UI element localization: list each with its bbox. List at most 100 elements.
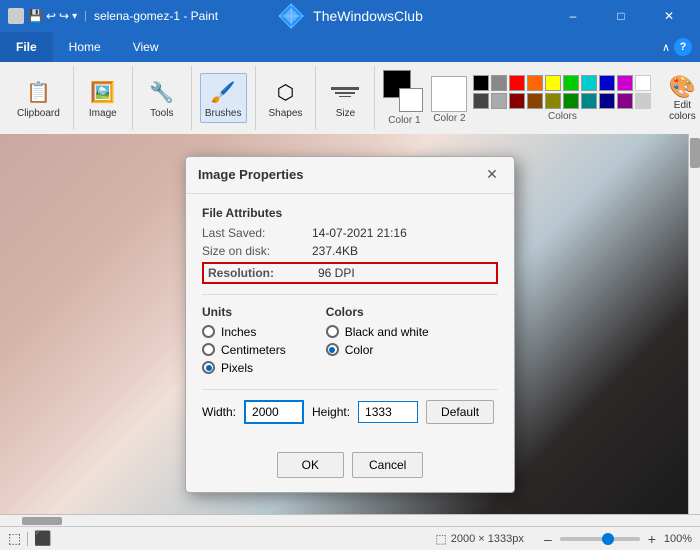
tab-file[interactable]: File: [0, 32, 53, 62]
status-sep-1: [27, 532, 28, 546]
size-on-disk-row: Size on disk: 237.4KB: [202, 244, 498, 258]
undo-icon[interactable]: ↩: [46, 9, 56, 23]
close-button[interactable]: ✕: [646, 0, 692, 32]
collapse-ribbon-icon[interactable]: ∧: [662, 41, 670, 54]
horizontal-scrollbar[interactable]: [0, 514, 700, 526]
dialog-close-button[interactable]: ✕: [482, 165, 502, 185]
color-radio[interactable]: Color: [326, 343, 429, 357]
units-pixels-radio[interactable]: Pixels: [202, 361, 286, 375]
save-quick-icon[interactable]: 💾: [28, 9, 43, 23]
dropdown-icon[interactable]: ▾: [72, 11, 77, 22]
color-cell[interactable]: [599, 75, 615, 91]
dialog-overlay: Image Properties ✕ File Attributes Last …: [0, 134, 700, 514]
brushes-button[interactable]: 🖌️ Brushes: [200, 73, 247, 123]
logo-text: TheWindowsClub: [313, 8, 423, 24]
status-left: ⬚ ⬛: [8, 530, 419, 547]
image-group: 🖼️ Image: [74, 66, 133, 130]
quick-access: 💾 ↩ ↪ ▾ | selena-gomez-1 - Paint: [28, 9, 218, 23]
colors-title: Colors: [326, 305, 429, 319]
color-cell[interactable]: [473, 75, 489, 91]
color-cell[interactable]: [527, 93, 543, 109]
color-cell[interactable]: [617, 93, 633, 109]
shapes-button[interactable]: ⬡ Shapes: [264, 73, 308, 123]
color-cell[interactable]: [635, 93, 651, 109]
default-button[interactable]: Default: [426, 400, 494, 424]
color-cell[interactable]: [617, 75, 633, 91]
size-button[interactable]: Size: [324, 73, 366, 123]
zoom-slider-thumb[interactable]: [602, 533, 614, 545]
size-on-disk-value: 237.4KB: [312, 244, 358, 258]
ribbon-content: 📋 Clipboard 🖼️ Image 🔧 Tools 🖌️ Brushes: [0, 62, 700, 134]
ribbon-tabs: File Home View ∧ ?: [0, 32, 700, 62]
tab-view[interactable]: View: [117, 32, 175, 62]
brushes-items: 🖌️ Brushes: [200, 68, 247, 128]
color-radio-btn[interactable]: [326, 343, 339, 356]
resolution-label: Resolution:: [208, 266, 318, 280]
cancel-button[interactable]: Cancel: [352, 452, 423, 478]
minimize-button[interactable]: –: [550, 0, 596, 32]
size-group: Size: [316, 66, 375, 130]
zoom-slider-track[interactable]: [560, 537, 640, 541]
color-cell[interactable]: [545, 93, 561, 109]
color-cell[interactable]: [491, 75, 507, 91]
size-row: Width: Height: Default: [202, 400, 498, 424]
units-inches-radio[interactable]: Inches: [202, 325, 286, 339]
units-colors-section: Units Inches Centimeters Pixels: [202, 305, 498, 379]
zoom-plus-button[interactable]: +: [644, 531, 660, 547]
color2-swatch[interactable]: [431, 76, 467, 112]
maximize-button[interactable]: □: [598, 0, 644, 32]
color-cell[interactable]: [563, 75, 579, 91]
dimensions-icon: ⬚: [435, 532, 446, 546]
color1-swatch[interactable]: [383, 70, 425, 114]
zoom-text: 100%: [664, 533, 692, 545]
edit-colors-icon: 🎨: [669, 74, 696, 100]
bw-color-radio[interactable]: Black and white: [326, 325, 429, 339]
clipboard-group: 📋 Clipboard: [4, 66, 74, 130]
color-cell[interactable]: [509, 75, 525, 91]
shapes-group: ⬡ Shapes: [256, 66, 317, 130]
inches-radio-btn[interactable]: [202, 325, 215, 338]
bw-radio-btn[interactable]: [326, 325, 339, 338]
tools-button[interactable]: 🔧 Tools: [141, 73, 183, 123]
height-input[interactable]: [358, 401, 418, 423]
pixels-radio-btn[interactable]: [202, 361, 215, 374]
color-cell[interactable]: [491, 93, 507, 109]
dialog-divider-2: [202, 389, 498, 390]
centimeters-radio-btn[interactable]: [202, 343, 215, 356]
color-cell[interactable]: [635, 75, 651, 91]
brushes-icon: 🖌️: [207, 76, 239, 108]
color-cell[interactable]: [563, 93, 579, 109]
palette-row-1: [473, 75, 651, 91]
tab-home[interactable]: Home: [53, 32, 117, 62]
size-on-disk-label: Size on disk:: [202, 244, 312, 258]
scrollbar-thumb-horizontal[interactable]: [22, 517, 62, 525]
clipboard-button[interactable]: 📋 Clipboard: [12, 73, 65, 123]
width-input[interactable]: [244, 400, 304, 424]
inches-label: Inches: [221, 325, 256, 339]
title-bar: 💾 ↩ ↪ ▾ | selena-gomez-1 - Paint TheWind…: [0, 0, 700, 32]
image-properties-dialog: Image Properties ✕ File Attributes Last …: [185, 156, 515, 493]
color-cell[interactable]: [545, 75, 561, 91]
color-label: Color: [345, 343, 374, 357]
image-button[interactable]: 🖼️ Image: [82, 73, 124, 123]
color2-group: Color 2: [431, 72, 467, 124]
tools-items: 🔧 Tools: [141, 68, 183, 128]
color-cell[interactable]: [581, 75, 597, 91]
redo-icon[interactable]: ↪: [59, 9, 69, 23]
zoom-minus-button[interactable]: –: [540, 531, 556, 547]
color-cell[interactable]: [473, 93, 489, 109]
dialog-divider-1: [202, 294, 498, 295]
help-icon[interactable]: ?: [674, 38, 692, 56]
size-items: Size: [324, 68, 366, 128]
units-centimeters-radio[interactable]: Centimeters: [202, 343, 286, 357]
color-cell[interactable]: [581, 93, 597, 109]
color-cell[interactable]: [527, 75, 543, 91]
status-center: ⬚ 2000 × 1333px: [435, 532, 523, 546]
ok-button[interactable]: OK: [277, 452, 344, 478]
dimensions-text: 2000 × 1333px: [451, 533, 524, 545]
color-cell[interactable]: [509, 93, 525, 109]
color2-label: Color 2: [433, 113, 465, 124]
color-cell[interactable]: [599, 93, 615, 109]
logo-diamond-icon: [277, 2, 305, 30]
edit-colors-button[interactable]: 🎨 Edit colors: [657, 71, 700, 125]
